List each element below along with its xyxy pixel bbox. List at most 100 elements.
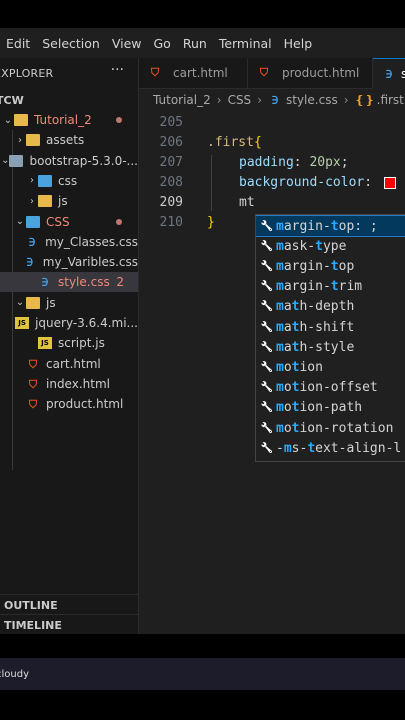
tree-item[interactable]: ⌄ CSS (0, 212, 138, 232)
color-swatch[interactable] (383, 176, 396, 189)
css-file-icon: ∋ (41, 276, 49, 290)
selector-icon: ❴❵ (354, 93, 375, 107)
tree-item-label: index.html (46, 376, 110, 391)
suggestion-text: s- (291, 440, 308, 456)
tree-item[interactable]: ⛉ product.html (0, 394, 138, 414)
tree-item[interactable]: ⛉ cart.html (0, 354, 138, 374)
suggestion-match: m (276, 238, 284, 254)
suggestion-text: o (283, 380, 292, 396)
tab-style-css[interactable]: ∋ s (373, 58, 405, 89)
status-area (0, 634, 405, 658)
menu-terminal[interactable]: Terminal (219, 36, 272, 51)
suggestion-match: t (291, 319, 300, 335)
tree-item[interactable]: JS jquery-3.6.4.mi... (0, 313, 138, 333)
suggestion-item[interactable]: 🔧 m a t h-style (256, 337, 405, 357)
suggestion-match: t (330, 279, 339, 295)
suggestion-text: a (283, 319, 292, 335)
tab-label: product.html (282, 66, 360, 80)
suggestion-item[interactable]: 🔧 m argin-t op: ; (256, 215, 405, 238)
tree-item[interactable]: ⌄ Tutorial_2 (0, 110, 138, 130)
timeline-section[interactable]: › TIMELINE (0, 614, 138, 635)
tree-item[interactable]: › assets (0, 130, 138, 150)
suggestion-item[interactable]: 🔧 - m s-t ext-align-l (256, 438, 405, 458)
tree-item[interactable]: ⌄ js (0, 293, 138, 313)
html-file-icon: ⛉ (259, 66, 269, 79)
suggestion-item[interactable]: 🔧 m o t ion-path (256, 398, 405, 418)
chevron-right-icon: › (30, 195, 34, 207)
tree-item-label: js (58, 194, 68, 209)
suggestion-match: m (276, 319, 284, 335)
vscode-window: Edit Selection View Go Run Terminal Help… (0, 0, 405, 720)
chevron-right-icon: › (30, 175, 34, 187)
chevron-down-icon: ⌄ (3, 114, 13, 126)
breadcrumb-item[interactable]: Tutorial_2 (153, 93, 211, 107)
suggestion-text: h-shift (299, 319, 355, 335)
breadcrumb-item[interactable]: .first (377, 93, 404, 107)
tree-item[interactable]: ⌄ bootstrap-5.3.0-... (0, 151, 138, 171)
suggestion-item[interactable]: 🔧 m o t ion (256, 357, 405, 377)
suggestion-match: m (276, 400, 284, 416)
folder-icon (14, 114, 28, 126)
indent-guide (211, 155, 212, 211)
suggestion-match: t (291, 420, 300, 436)
chevron-down-icon: ⌄ (15, 216, 25, 227)
menu-edit[interactable]: Edit (6, 36, 30, 51)
suggestion-item[interactable]: 🔧 m argin-t op (256, 256, 405, 276)
suggestion-text: o (283, 420, 292, 436)
suggestion-item[interactable]: 🔧 m a t h-shift (256, 317, 405, 337)
tree-item[interactable]: › js (0, 191, 138, 211)
suggest-widget: 🔧 m argin-t op: ; 🔧 m ask-t ype 🔧 m argin-t op 🔧 m arg… (255, 214, 405, 462)
tree-item[interactable]: ∋ style.css 2 (0, 272, 138, 293)
tab-product-html[interactable]: ⛉ product.html (248, 58, 373, 88)
suggestion-text: argin- (283, 279, 331, 295)
suggestion-item[interactable]: 🔧 m o t ion-rotation (256, 418, 405, 438)
suggestion-item[interactable]: 🔧 m o t ion-offset (256, 378, 405, 398)
suggestion-match: t (307, 440, 316, 456)
breadcrumb-item[interactable]: CSS (228, 93, 252, 107)
menu-help[interactable]: Help (284, 36, 313, 51)
tree-item[interactable]: ∋ my_Classes.css (0, 232, 138, 252)
property-wrench-icon: 🔧 (260, 321, 274, 333)
suggestion-item[interactable]: 🔧 m ask-t ype (256, 236, 405, 256)
outline-section[interactable]: › OUTLINE (0, 594, 138, 615)
suggestion-text: ion-rotation (299, 420, 394, 436)
editor-tabs: ⛉ cart.html ⛉ product.html ∋ s (139, 58, 405, 89)
tree-item[interactable]: ⛉ index.html (0, 374, 138, 394)
tree-item[interactable]: ∋ my_Varibles.css (0, 252, 138, 272)
tree-item[interactable]: JS script.js (0, 333, 138, 353)
line-number: 205 (159, 115, 183, 130)
workspace-root[interactable]: TCW (0, 90, 138, 110)
code-line-207: padding: 20px; (239, 155, 349, 170)
tree-item-label: my_Classes.css (45, 234, 138, 249)
property-wrench-icon: 🔧 (260, 240, 274, 252)
suggestion-match: t (330, 258, 339, 274)
menu-view[interactable]: View (112, 36, 142, 51)
taskbar: cloudy (0, 658, 405, 690)
explorer-sidebar: EXPLORER ··· TCW ⌄ Tutorial_2 › assets ⌄ boot… (0, 58, 139, 634)
suggestion-match: m (276, 380, 284, 396)
suggestion-text: argin- (283, 258, 331, 274)
explorer-header: EXPLORER ··· (0, 58, 138, 88)
tree-item[interactable]: › css (0, 171, 138, 191)
tab-cart-html[interactable]: ⛉ cart.html (139, 58, 248, 88)
tree-item-label: bootstrap-5.3.0-... (29, 153, 138, 168)
suggestion-item[interactable]: 🔧 m a t h-depth (256, 297, 405, 317)
css-file-icon: ∋ (385, 67, 393, 81)
html-file-icon: ⛉ (150, 66, 160, 79)
menu-run[interactable]: Run (183, 36, 207, 51)
suggestion-item[interactable]: 🔧 m argin-t rim (256, 277, 405, 297)
breadcrumb-item[interactable]: style.css (286, 93, 338, 107)
suggestion-match: m (276, 279, 284, 295)
suggestion-match: m (276, 218, 284, 234)
suggestion-text: argin- (283, 218, 331, 234)
suggestion-text: rim (338, 279, 363, 295)
menu-selection[interactable]: Selection (42, 36, 100, 51)
property-wrench-icon: 🔧 (260, 341, 274, 353)
menu-go[interactable]: Go (154, 36, 171, 51)
code-line-209: mt (239, 195, 255, 210)
typed-text: mt (239, 195, 255, 210)
timeline-label: TIMELINE (4, 618, 62, 632)
more-actions-icon[interactable]: ··· (111, 62, 124, 78)
property-wrench-icon: 🔧 (260, 281, 274, 293)
tree-item-label: js (46, 295, 56, 310)
